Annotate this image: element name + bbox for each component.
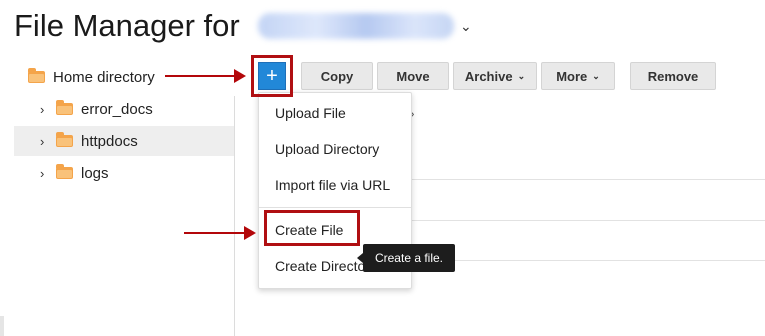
blurred-domain [258,13,454,39]
menu-item-import-url[interactable]: Import file via URL [275,177,390,193]
archive-button[interactable]: Archive ⌄ [453,62,537,90]
tree-item-error-docs[interactable]: › error_docs [40,94,234,124]
menu-item-create-directory[interactable]: Create Directo [275,258,365,274]
tree-item-httpdocs[interactable]: › httpdocs [14,126,234,156]
folder-icon [28,68,45,83]
menu-item-upload-directory[interactable]: Upload Directory [275,141,379,157]
page-title: File Manager for [14,8,240,43]
chevron-right-icon[interactable]: › [40,134,56,149]
tree-item-logs[interactable]: › logs [40,158,234,188]
folder-icon [56,100,73,115]
copy-button[interactable]: Copy [301,62,373,90]
highlight-box-add [251,55,293,97]
tree-item-label: error_docs [81,100,153,118]
remove-button[interactable]: Remove [630,62,716,90]
chevron-down-icon: ⌄ [592,70,600,81]
more-button[interactable]: More ⌄ [541,62,615,90]
panel-divider [234,96,235,336]
tree-item-label: logs [81,164,109,182]
archive-label: Archive [464,68,513,84]
scrollbar-edge [0,316,4,336]
chevron-down-icon[interactable]: ⌄ [460,18,472,35]
divider [400,220,765,221]
move-button[interactable]: Move [377,62,449,90]
folder-icon [56,164,73,179]
highlight-box-create-file [264,210,360,246]
chevron-right-icon[interactable]: › [40,166,56,181]
tree-item-label: httpdocs [81,132,138,150]
menu-separator [259,207,411,208]
folder-icon [56,132,73,147]
tree-item-home-directory[interactable]: Home directory [28,62,228,92]
tree-item-label: Home directory [53,68,155,86]
menu-item-upload-file[interactable]: Upload File [275,105,346,121]
chevron-down-icon: ⌄ [517,70,526,81]
divider [400,179,765,180]
arrow-icon [184,226,256,240]
arrow-icon [165,69,246,83]
tooltip: Create a file. [357,244,455,272]
more-label: More [556,68,588,84]
chevron-right-icon[interactable]: › [40,102,56,117]
